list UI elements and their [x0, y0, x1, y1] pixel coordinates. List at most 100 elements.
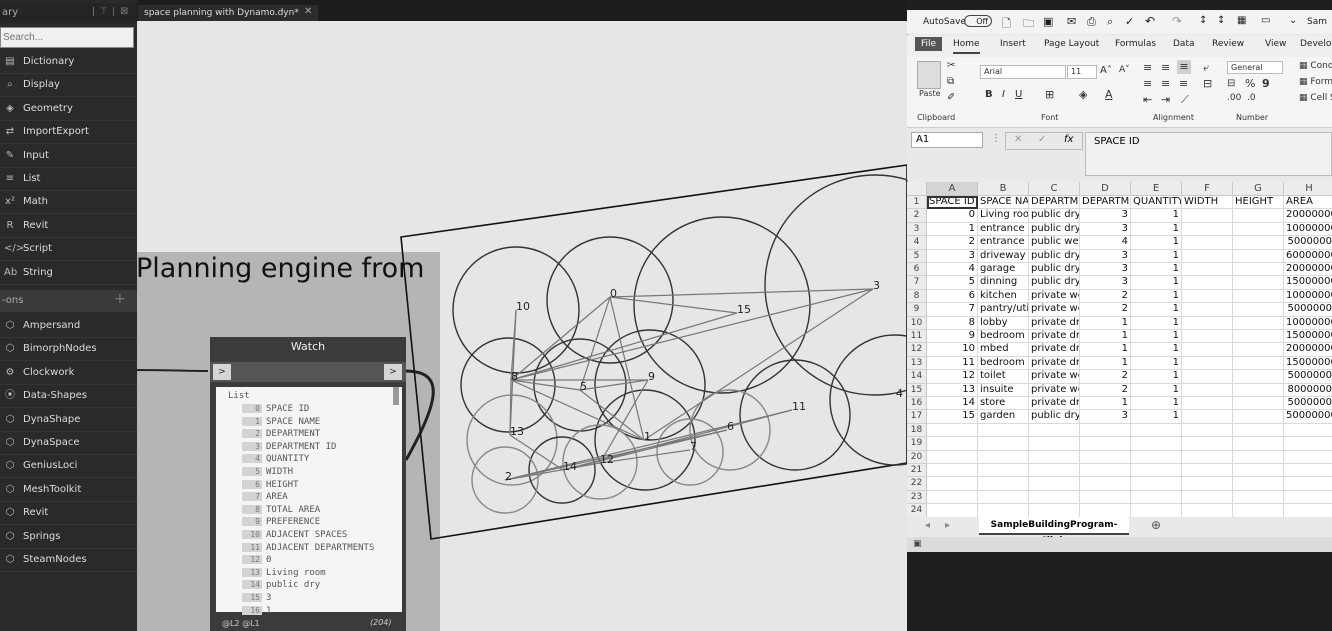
customize-icon[interactable]: ▭ [1261, 15, 1270, 26]
cell[interactable] [1182, 222, 1233, 237]
align-left-icon[interactable]: ≡ [1143, 61, 1152, 74]
copy-icon[interactable]: ⧉ [947, 76, 954, 87]
cancel-edit-icon[interactable]: ✕ [1014, 134, 1022, 145]
cell[interactable] [1233, 410, 1284, 424]
row-header[interactable]: 1 [907, 196, 927, 210]
cell[interactable] [1182, 410, 1233, 424]
cell[interactable]: mbed [978, 343, 1029, 357]
cell[interactable]: 15000000 [1284, 330, 1332, 344]
open-folder-icon[interactable]: 🗀 [1023, 15, 1034, 34]
cell[interactable] [1182, 450, 1233, 464]
cell[interactable]: 1 [1131, 343, 1182, 357]
cell[interactable] [1182, 209, 1233, 223]
row-header[interactable]: 11 [907, 330, 927, 344]
cell[interactable]: 1 [1131, 209, 1182, 223]
cell[interactable]: private wet [1029, 383, 1080, 397]
cell[interactable]: driveway [978, 249, 1029, 263]
cell[interactable] [1233, 490, 1284, 505]
cell[interactable]: 1 [1131, 370, 1182, 384]
watch-list-view[interactable]: List 0 SPACE ID 1 SPACE NAME 2 DEPARTMENT 3 DEP… [216, 387, 402, 616]
input-port[interactable]: > [213, 364, 231, 380]
cell[interactable]: 4 [927, 263, 978, 277]
paste-icon[interactable] [917, 61, 941, 89]
cell[interactable]: 14 [927, 397, 978, 411]
cell[interactable] [1233, 249, 1284, 263]
undo-icon[interactable]: ↶ [1145, 14, 1155, 28]
align-bottom-icon[interactable]: ≡ [1177, 60, 1191, 74]
cell[interactable]: 0 [927, 209, 978, 223]
cell[interactable]: 2 [1080, 383, 1131, 397]
cell[interactable] [1080, 477, 1131, 491]
cell[interactable] [1182, 397, 1233, 411]
decrease-decimal-icon[interactable]: .0 [1247, 93, 1256, 103]
cell[interactable]: private wet [1029, 370, 1080, 384]
cell[interactable]: 1 [1080, 316, 1131, 330]
cell[interactable]: 12 [927, 370, 978, 384]
cell[interactable] [1284, 464, 1332, 478]
format-painter-icon[interactable]: ✐ [947, 92, 955, 103]
cell[interactable]: 3 [1080, 222, 1131, 237]
cell[interactable] [1182, 504, 1233, 518]
cell[interactable] [1029, 477, 1080, 491]
align-left-2-icon[interactable]: ≡ [1143, 77, 1152, 90]
watch-scrollbar[interactable] [393, 387, 399, 405]
cell[interactable] [927, 450, 978, 464]
output-port[interactable]: > [384, 364, 402, 380]
row-header[interactable]: 16 [907, 397, 927, 411]
cell[interactable] [978, 423, 1029, 438]
cell[interactable]: 2 [1080, 303, 1131, 317]
insert-function-icon[interactable]: fx [1064, 134, 1073, 145]
cell[interactable] [1182, 263, 1233, 277]
font-color-icon[interactable]: A [1105, 88, 1113, 101]
row-header[interactable]: 2 [907, 209, 927, 223]
bold-button[interactable]: B [985, 89, 993, 100]
cell[interactable]: 15000000 [1284, 357, 1332, 371]
cell[interactable] [978, 437, 1029, 451]
cell[interactable]: 7 [927, 303, 978, 317]
row-header[interactable]: 24 [907, 504, 927, 518]
cell[interactable] [1233, 263, 1284, 277]
cell[interactable] [927, 490, 978, 505]
cell[interactable] [1233, 209, 1284, 223]
cell[interactable] [1233, 437, 1284, 451]
cell[interactable]: 20000000 [1284, 263, 1332, 277]
sheet-tab[interactable]: SampleBuildingProgram-Clinic [979, 517, 1129, 546]
cell[interactable] [1233, 477, 1284, 491]
cell[interactable]: entrance to [978, 236, 1029, 250]
cell[interactable] [1233, 450, 1284, 464]
cell[interactable] [1233, 356, 1284, 371]
ribbon-tab-page-layout[interactable]: Page Layout [1044, 39, 1099, 49]
cell[interactable] [1284, 451, 1332, 464]
cell[interactable]: DEPARTM [1080, 196, 1131, 210]
cell[interactable]: entrance lo [978, 222, 1029, 237]
cell[interactable] [1182, 464, 1233, 478]
email-icon[interactable]: ✉ [1067, 15, 1076, 28]
new-file-icon[interactable]: 🗋 [1002, 15, 1011, 34]
cell[interactable] [1233, 343, 1284, 357]
cell[interactable]: bedroom [978, 330, 1029, 344]
cell[interactable]: 1 [1080, 356, 1131, 371]
cell[interactable] [1029, 423, 1080, 438]
cell[interactable] [1182, 289, 1233, 304]
decrease-indent-icon[interactable]: ⇤ [1143, 93, 1152, 106]
cell[interactable]: private dry [1029, 330, 1080, 344]
row-header[interactable]: 14 [907, 370, 927, 384]
cell[interactable] [927, 504, 978, 518]
cell[interactable] [1233, 504, 1284, 518]
cell[interactable] [1284, 437, 1332, 451]
cell[interactable]: DEPARTM [1029, 196, 1080, 210]
cell[interactable]: public dry [1029, 222, 1080, 237]
cell[interactable]: HEIGHT [1233, 196, 1284, 210]
cell[interactable]: public wet [1029, 236, 1080, 250]
cell[interactable] [1182, 477, 1233, 491]
cell[interactable] [1233, 303, 1284, 317]
comma-icon[interactable]: 9 [1262, 77, 1270, 90]
cell[interactable]: Living roon [978, 209, 1029, 223]
row-header[interactable]: 7 [907, 276, 927, 290]
orientation-icon[interactable]: ⟋ [1181, 93, 1189, 107]
redo-icon[interactable]: ↷ [1172, 14, 1182, 28]
cell[interactable]: 3 [1080, 263, 1131, 277]
cell[interactable]: kitchen [978, 289, 1029, 304]
cell[interactable] [1182, 370, 1233, 384]
merge-icon[interactable]: ⊟ [1203, 77, 1212, 90]
